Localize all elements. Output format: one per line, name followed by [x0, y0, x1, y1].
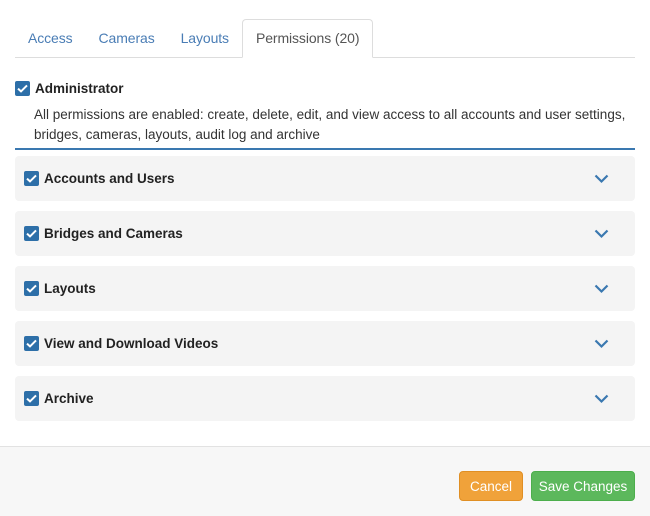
section-checkbox[interactable] [24, 171, 39, 186]
tab-cameras[interactable]: Cameras [86, 19, 168, 57]
chevron-down-icon[interactable] [594, 229, 609, 239]
section-label: Accounts and Users [44, 171, 175, 186]
permissions-dialog: Access Cameras Layouts Permissions (20) … [0, 0, 650, 516]
section-label: Bridges and Cameras [44, 226, 183, 241]
administrator-section: Administrator All permissions are enable… [15, 80, 635, 150]
section-checkbox[interactable] [24, 336, 39, 351]
section-label: View and Download Videos [44, 336, 219, 351]
administrator-description: All permissions are enabled: create, del… [34, 107, 626, 142]
section-checkbox[interactable] [24, 226, 39, 241]
tab-layouts[interactable]: Layouts [168, 19, 242, 57]
section-accounts-and-users[interactable]: Accounts and Users [15, 156, 635, 201]
section-bridges-and-cameras[interactable]: Bridges and Cameras [15, 211, 635, 256]
tab-permissions[interactable]: Permissions (20) [241, 19, 374, 58]
administrator-row: Administrator [15, 80, 635, 96]
dialog-footer: Cancel Save Changes [0, 446, 650, 516]
checkmark-icon [17, 84, 28, 93]
section-archive[interactable]: Archive [15, 376, 635, 421]
section-view-and-download-videos[interactable]: View and Download Videos [15, 321, 635, 366]
chevron-down-icon[interactable] [594, 284, 609, 294]
section-layouts[interactable]: Layouts [15, 266, 635, 311]
checkmark-icon [26, 284, 37, 293]
chevron-down-icon[interactable] [594, 339, 609, 349]
save-changes-button[interactable]: Save Changes [531, 471, 635, 501]
section-label: Layouts [44, 281, 96, 296]
tab-bar: Access Cameras Layouts Permissions (20) [15, 19, 635, 58]
section-checkbox[interactable] [24, 281, 39, 296]
chevron-down-icon[interactable] [594, 394, 609, 404]
chevron-down-icon[interactable] [594, 174, 609, 184]
tab-access[interactable]: Access [15, 19, 86, 57]
section-checkbox[interactable] [24, 391, 39, 406]
checkmark-icon [26, 229, 37, 238]
cancel-button[interactable]: Cancel [459, 471, 523, 501]
checkmark-icon [26, 339, 37, 348]
administrator-checkbox[interactable] [15, 80, 30, 96]
checkmark-icon [26, 394, 37, 403]
administrator-label: Administrator [35, 80, 124, 96]
section-label: Archive [44, 391, 94, 406]
checkmark-icon [26, 174, 37, 183]
